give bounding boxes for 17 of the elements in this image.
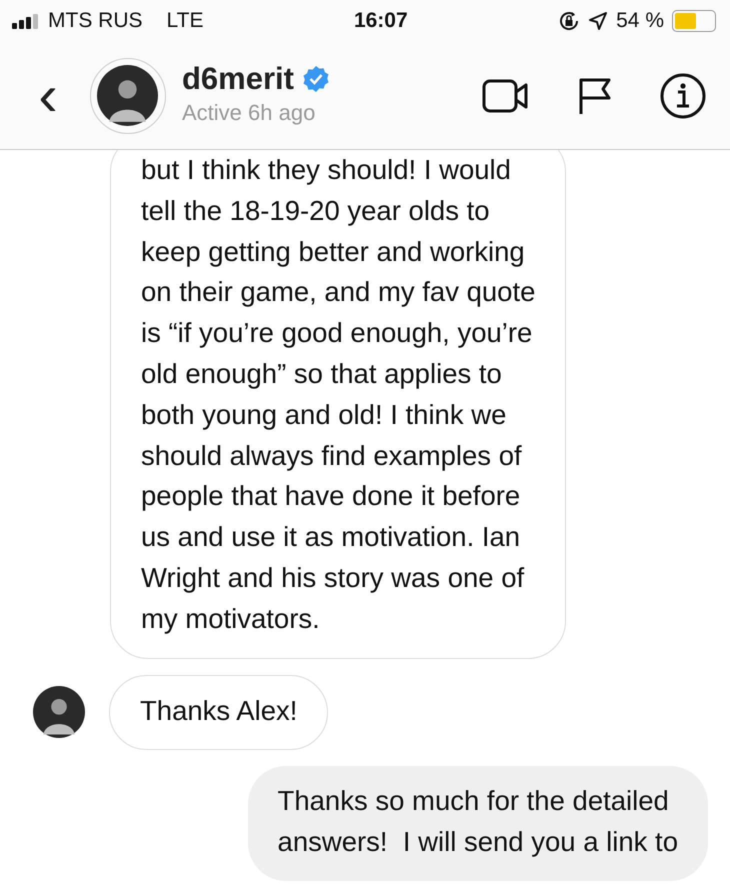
rotation-lock-icon <box>558 10 580 32</box>
username[interactable]: d6merit <box>182 62 294 96</box>
activity-status: Active 6h ago <box>182 99 316 128</box>
info-icon[interactable] <box>660 72 706 118</box>
battery-icon <box>672 10 716 32</box>
flag-icon[interactable] <box>578 76 612 114</box>
carrier-name: MTS RUS <box>48 8 142 34</box>
message-bubble: but I think they should! I would tell the 18-19-20 year olds to keep getting better and working on their game, and my fav quote is “if you’re good enough, you’re old enough” so that applies to both young and old! I think we should always find examples of people that have done it before us and use it as motivation. Ian Wright and his story was one of my motivators. <box>110 150 566 659</box>
signal-icon <box>12 13 40 29</box>
message-bubble: Thanks so much for the detailed answers! I will send you a link to <box>248 766 708 881</box>
battery-percentage: 54 % <box>616 8 664 34</box>
location-icon <box>588 11 608 31</box>
back-button[interactable]: ‹ <box>30 66 66 124</box>
network-type: LTE <box>166 8 204 34</box>
video-camera-icon[interactable] <box>482 78 530 112</box>
clock: 16:07 <box>354 8 408 34</box>
message-bubble: Thanks Alex! <box>109 674 328 750</box>
